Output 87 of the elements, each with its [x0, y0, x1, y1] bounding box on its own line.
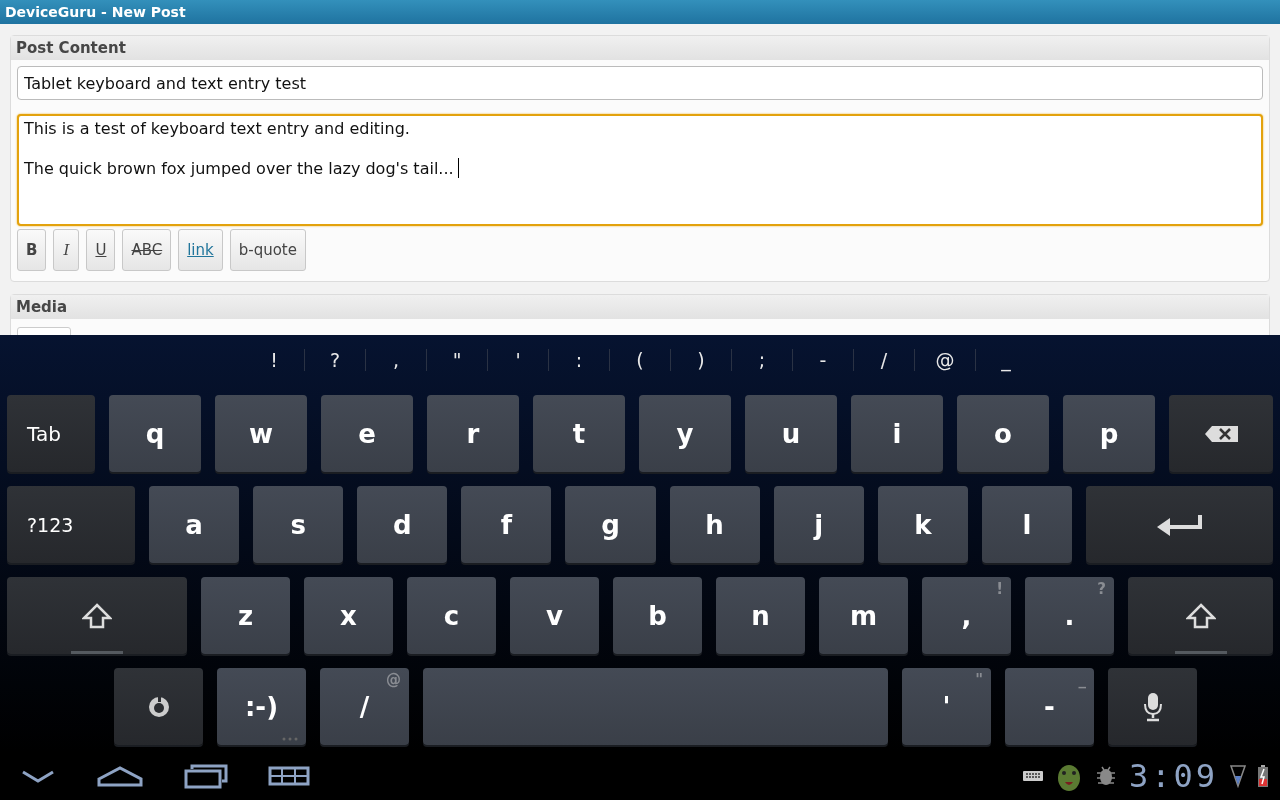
key[interactable]: r	[427, 395, 519, 472]
clock-time: 3:09	[1128, 757, 1218, 795]
shift-indicator	[1174, 651, 1227, 654]
shift-icon	[82, 602, 112, 629]
key-hint: @	[386, 671, 401, 689]
tab-key[interactable]: Tab	[7, 395, 95, 472]
blockquote-button[interactable]: b-quote	[229, 229, 306, 271]
key[interactable]: z	[201, 577, 290, 654]
key[interactable]: d	[357, 486, 448, 563]
settings-icon	[146, 694, 171, 719]
symbol-suggestion[interactable]: ,	[365, 349, 426, 371]
key[interactable]: i	[851, 395, 943, 472]
text-paragraph: The quick brown fox jumped over the lazy dog's tail...	[24, 158, 454, 178]
shift-indicator	[71, 651, 123, 654]
symbol-suggestion[interactable]: :	[548, 349, 609, 371]
body-text-field[interactable]: This is a test of keyboard text entry and editing. The quick brown fox jumped over the lazy dog's tail...	[17, 114, 1263, 226]
key[interactable]: u	[745, 395, 837, 472]
keyboard-grid-icon[interactable]	[268, 766, 310, 786]
key[interactable]: a	[149, 486, 240, 563]
backspace-key[interactable]	[1169, 395, 1273, 472]
link-button[interactable]: link	[178, 229, 223, 271]
underline-button[interactable]: U	[86, 229, 116, 271]
bug-icon[interactable]	[1094, 765, 1117, 787]
key[interactable]: y	[639, 395, 731, 472]
title-field[interactable]: Tablet keyboard and text entry test	[17, 66, 1263, 100]
key[interactable]: s	[253, 486, 344, 563]
backspace-icon	[1203, 424, 1239, 443]
key[interactable]: , !	[922, 577, 1011, 654]
key[interactable]: h	[669, 486, 760, 563]
key[interactable]: g	[565, 486, 656, 563]
key[interactable]: q	[109, 395, 201, 472]
keyboard-icon[interactable]	[1022, 771, 1043, 781]
italic-button[interactable]: I	[53, 229, 80, 271]
key-hint: "	[975, 671, 983, 689]
key[interactable]: - _	[1005, 668, 1094, 745]
symbol-suggestion[interactable]: )	[670, 349, 731, 371]
key[interactable]: n	[716, 577, 805, 654]
key[interactable]: t	[533, 395, 625, 472]
key-hint: ?	[1097, 580, 1106, 598]
key[interactable]: :-)	[217, 668, 306, 745]
signal-icon	[1230, 764, 1246, 788]
key[interactable]: l	[981, 486, 1072, 563]
key[interactable]: k	[877, 486, 968, 563]
key[interactable]: c	[407, 577, 496, 654]
text-cursor	[457, 158, 459, 178]
home-icon[interactable]	[96, 765, 144, 787]
symbol-suggestion[interactable]: "	[426, 349, 487, 371]
symbol-suggestion[interactable]: _	[975, 349, 1036, 371]
key[interactable]: . ?	[1025, 577, 1114, 654]
strikethrough-button[interactable]: ABC	[122, 229, 172, 271]
back-icon[interactable]	[20, 768, 56, 784]
key-hint: !	[996, 580, 1003, 598]
key[interactable]: v	[510, 577, 599, 654]
section-heading: Post Content	[11, 36, 1269, 60]
bold-button[interactable]: B	[17, 229, 47, 271]
key[interactable]: e	[321, 395, 413, 472]
key[interactable]: w	[215, 395, 307, 472]
key[interactable]: b	[613, 577, 702, 654]
symbol-suggestion[interactable]: !	[244, 349, 304, 371]
settings-key[interactable]	[114, 668, 203, 745]
enter-icon	[1156, 512, 1203, 537]
key-hint: _	[1078, 671, 1086, 689]
section-heading: Media	[11, 295, 1269, 319]
key[interactable]: o	[957, 395, 1049, 472]
microphone-key[interactable]	[1108, 668, 1197, 745]
key[interactable]: j	[773, 486, 864, 563]
key[interactable]: x	[304, 577, 393, 654]
shift-icon	[1185, 602, 1216, 629]
symbol-suggestion[interactable]: @	[914, 349, 975, 371]
symbol-suggestion[interactable]: ?	[304, 349, 365, 371]
window-title: DeviceGuru - New Post	[5, 4, 186, 20]
key[interactable]: / @	[320, 668, 409, 745]
key[interactable]: ' "	[902, 668, 991, 745]
recent-apps-icon[interactable]	[184, 763, 228, 789]
key[interactable]: f	[461, 486, 552, 563]
symbol-suggestion[interactable]: '	[487, 349, 548, 371]
symbol-suggestion[interactable]: -	[792, 349, 853, 371]
microphone-icon	[1141, 691, 1164, 722]
battery-charging-icon	[1258, 765, 1268, 787]
key[interactable]: p	[1063, 395, 1155, 472]
text-paragraph: This is a test of keyboard text entry and editing.	[24, 119, 410, 138]
symbols-key[interactable]: ?123	[7, 486, 135, 563]
symbol-suggestion[interactable]: /	[853, 349, 914, 371]
enter-key[interactable]	[1086, 486, 1273, 563]
symbol-suggestion[interactable]: (	[609, 349, 670, 371]
symbol-suggestion[interactable]: ;	[731, 349, 792, 371]
key[interactable]: m	[819, 577, 908, 654]
